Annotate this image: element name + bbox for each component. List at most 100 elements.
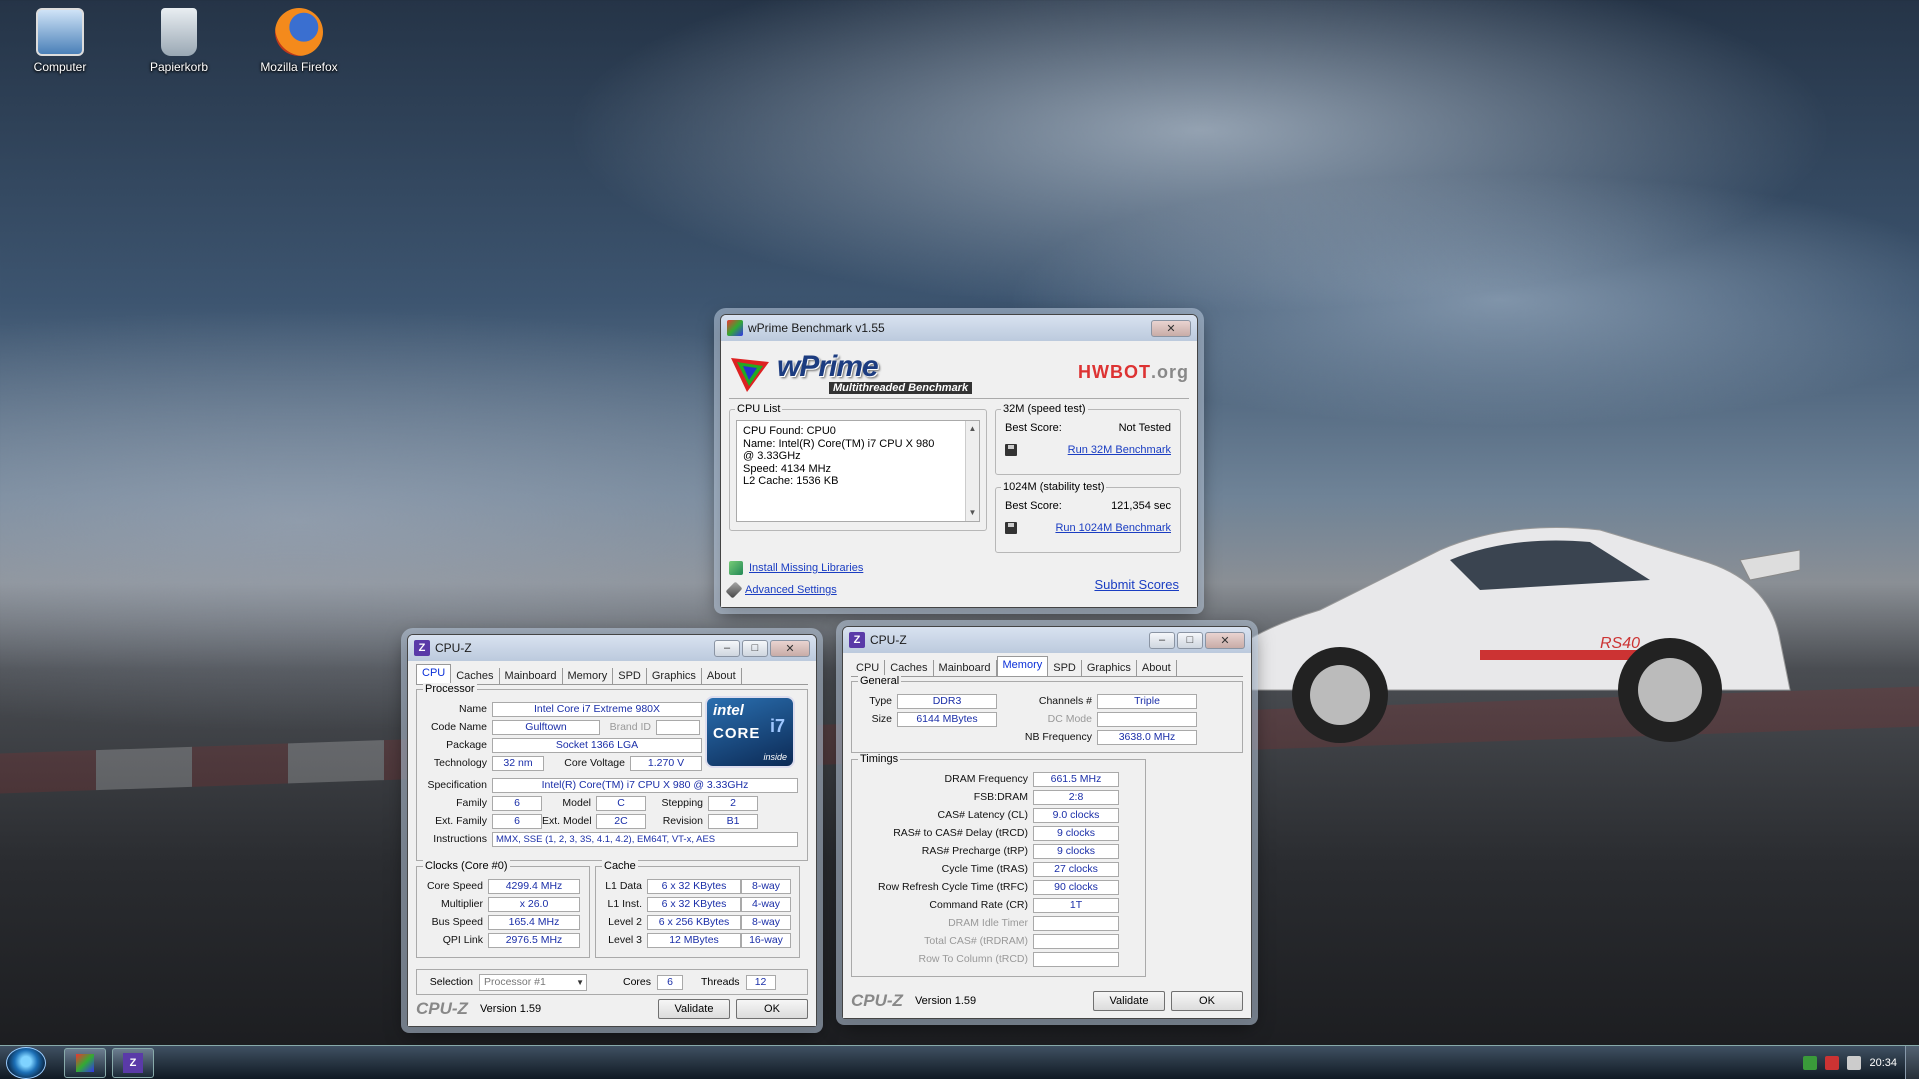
timing-value: 9.0 clocks (1033, 807, 1119, 823)
ok-button[interactable]: OK (1171, 991, 1243, 1011)
cache-size-value: 6 x 256 KBytes (647, 914, 741, 930)
install-libraries-link[interactable]: Install Missing Libraries (749, 562, 863, 574)
show-desktop-button[interactable] (1905, 1045, 1919, 1079)
clocks-group: Clocks (Core #0) Core Speed 4299.4 MHz Mu… (416, 860, 590, 958)
tab-graphics[interactable]: Graphics (647, 668, 702, 684)
taskbar-clock[interactable]: 20:34 (1869, 1057, 1897, 1069)
instructions-value: MMX, SSE (1, 2, 3, 3S, 4.1, 4.2), EM64T,… (492, 831, 798, 847)
advanced-settings-link[interactable]: Advanced Settings (745, 584, 837, 596)
volume-icon[interactable] (1847, 1055, 1862, 1070)
network-icon[interactable] (1803, 1055, 1818, 1070)
tab-mainboard[interactable]: Mainboard (934, 660, 997, 676)
minimize-button[interactable]: – (714, 639, 740, 657)
timing-value (1033, 915, 1119, 931)
wprime-banner: wPrime Multithreaded Benchmark HWBOT.org (729, 347, 1189, 399)
type-value: DDR3 (897, 693, 997, 709)
cpu-list-line: Speed: 4134 MHz (743, 462, 832, 475)
tab-caches[interactable]: Caches (451, 668, 500, 684)
tab-mainboard[interactable]: Mainboard (500, 668, 563, 684)
run-1024m-link[interactable]: Run 1024M Benchmark (1055, 522, 1171, 534)
ext-model-label: Ext. Model (542, 815, 592, 827)
scroll-up-icon[interactable]: ▲ (969, 423, 977, 436)
tab-graphics[interactable]: Graphics (1082, 660, 1137, 676)
tab-memory[interactable]: Memory (996, 656, 1049, 676)
size-label: Size (871, 713, 892, 725)
specification-value: Intel(R) Core(TM) i7 CPU X 980 @ 3.33GHz (492, 777, 798, 793)
group-legend: CPU List (735, 403, 783, 415)
timing-label: Cycle Time (tRAS) (941, 863, 1028, 875)
desktop-icon-label: Papierkorb (149, 60, 209, 74)
tab-about[interactable]: About (1137, 660, 1177, 676)
close-button[interactable]: ✕ (1205, 631, 1245, 649)
qpi-link-label: QPI Link (442, 934, 483, 946)
validate-button[interactable]: Validate (1093, 991, 1165, 1011)
processor-group: Processor Name Intel Core i7 Extreme 980X… (416, 683, 808, 861)
ext-family-value: 6 (492, 813, 542, 829)
submit-scores-link[interactable]: Submit Scores (1094, 577, 1179, 605)
tab-spd[interactable]: SPD (613, 668, 647, 684)
dc-mode-value (1097, 711, 1197, 727)
save-icon[interactable] (1005, 444, 1017, 456)
best-score-value: Not Tested (1118, 422, 1171, 434)
tab-bar: CPU Caches Mainboard Memory SPD Graphics… (416, 664, 808, 685)
group-legend: 32M (speed test) (1001, 403, 1088, 415)
ok-button[interactable]: OK (736, 999, 808, 1019)
group-legend: Clocks (Core #0) (423, 860, 510, 872)
size-value: 6144 MBytes (897, 711, 997, 727)
desktop-icon-recycle-bin[interactable]: Papierkorb (129, 8, 229, 74)
desktop-icon-computer[interactable]: Computer (10, 8, 110, 74)
desktop-icon-firefox[interactable]: Mozilla Firefox (249, 8, 349, 74)
taskbar-item-cpuz[interactable]: Z (112, 1047, 154, 1078)
close-button[interactable]: ✕ (770, 639, 810, 657)
cpu-list-line: L2 Cache: 1536 KB (743, 475, 839, 487)
taskbar-item-wprime[interactable] (64, 1047, 106, 1078)
multiplier-label: Multiplier (440, 898, 483, 910)
test-1024m-group: 1024M (stability test) Best Score: 121,3… (995, 481, 1181, 553)
tab-cpu[interactable]: CPU (851, 660, 886, 676)
nb-frequency-value: 3638.0 MHz (1097, 729, 1197, 745)
cpu-list-group: CPU List CPU Found: CPU0 Name: Intel(R) … (729, 403, 987, 531)
cpuz-titlebar[interactable]: Z CPU-Z – □ ✕ (408, 635, 816, 661)
processor-select[interactable]: Processor #1 ▼ (479, 973, 587, 991)
bus-speed-value: 165.4 MHz (488, 914, 580, 930)
maximize-icon: □ (751, 642, 759, 654)
chevron-down-icon: ▼ (576, 977, 584, 987)
scroll-down-icon[interactable]: ▼ (969, 507, 977, 520)
revision-value: B1 (708, 813, 758, 829)
cpu-list-box[interactable]: CPU Found: CPU0 Name: Intel(R) Core(TM) … (736, 420, 980, 522)
cpu-list-scrollbar[interactable]: ▲ ▼ (965, 421, 979, 521)
security-icon[interactable] (1825, 1055, 1840, 1070)
minimize-icon: – (1158, 634, 1166, 646)
tab-about[interactable]: About (702, 668, 742, 684)
window-title: CPU-Z (870, 633, 907, 647)
timing-label: DRAM Idle Timer (948, 917, 1028, 929)
core-voltage-label: Core Voltage (564, 757, 625, 769)
cache-size-value: 6 x 32 KBytes (647, 896, 741, 912)
threads-value: 12 (745, 974, 776, 990)
tab-cpu[interactable]: CPU (416, 664, 452, 684)
tab-memory[interactable]: Memory (563, 668, 614, 684)
dc-mode-label: DC Mode (1047, 713, 1092, 725)
start-button[interactable] (6, 1046, 46, 1079)
hwbot-logo: HWBOT.org (1078, 362, 1189, 382)
save-icon[interactable] (1005, 522, 1017, 534)
nb-frequency-label: NB Frequency (1024, 731, 1092, 743)
validate-button[interactable]: Validate (658, 999, 730, 1019)
close-icon: ✕ (1220, 634, 1230, 647)
tab-spd[interactable]: SPD (1048, 660, 1082, 676)
group-legend: Processor (423, 683, 477, 695)
minimize-button[interactable]: – (1149, 631, 1175, 649)
maximize-button[interactable]: □ (742, 639, 768, 657)
run-32m-link[interactable]: Run 32M Benchmark (1068, 444, 1171, 456)
cpuz-titlebar[interactable]: Z CPU-Z – □ ✕ (843, 627, 1251, 653)
close-button[interactable]: ✕ (1151, 319, 1191, 337)
wprime-icon (76, 1053, 94, 1072)
wprime-titlebar[interactable]: wPrime Benchmark v1.55 ✕ (721, 315, 1197, 341)
version-label: Version 1.59 (479, 1003, 542, 1015)
qpi-link-value: 2976.5 MHz (488, 932, 580, 948)
tab-caches[interactable]: Caches (885, 660, 934, 676)
cpuz-brand-logo: CPU-Z (416, 999, 468, 1018)
package-value: Socket 1366 LGA (492, 737, 702, 753)
timing-label: Row To Column (tRCD) (918, 953, 1029, 965)
maximize-button[interactable]: □ (1177, 631, 1203, 649)
